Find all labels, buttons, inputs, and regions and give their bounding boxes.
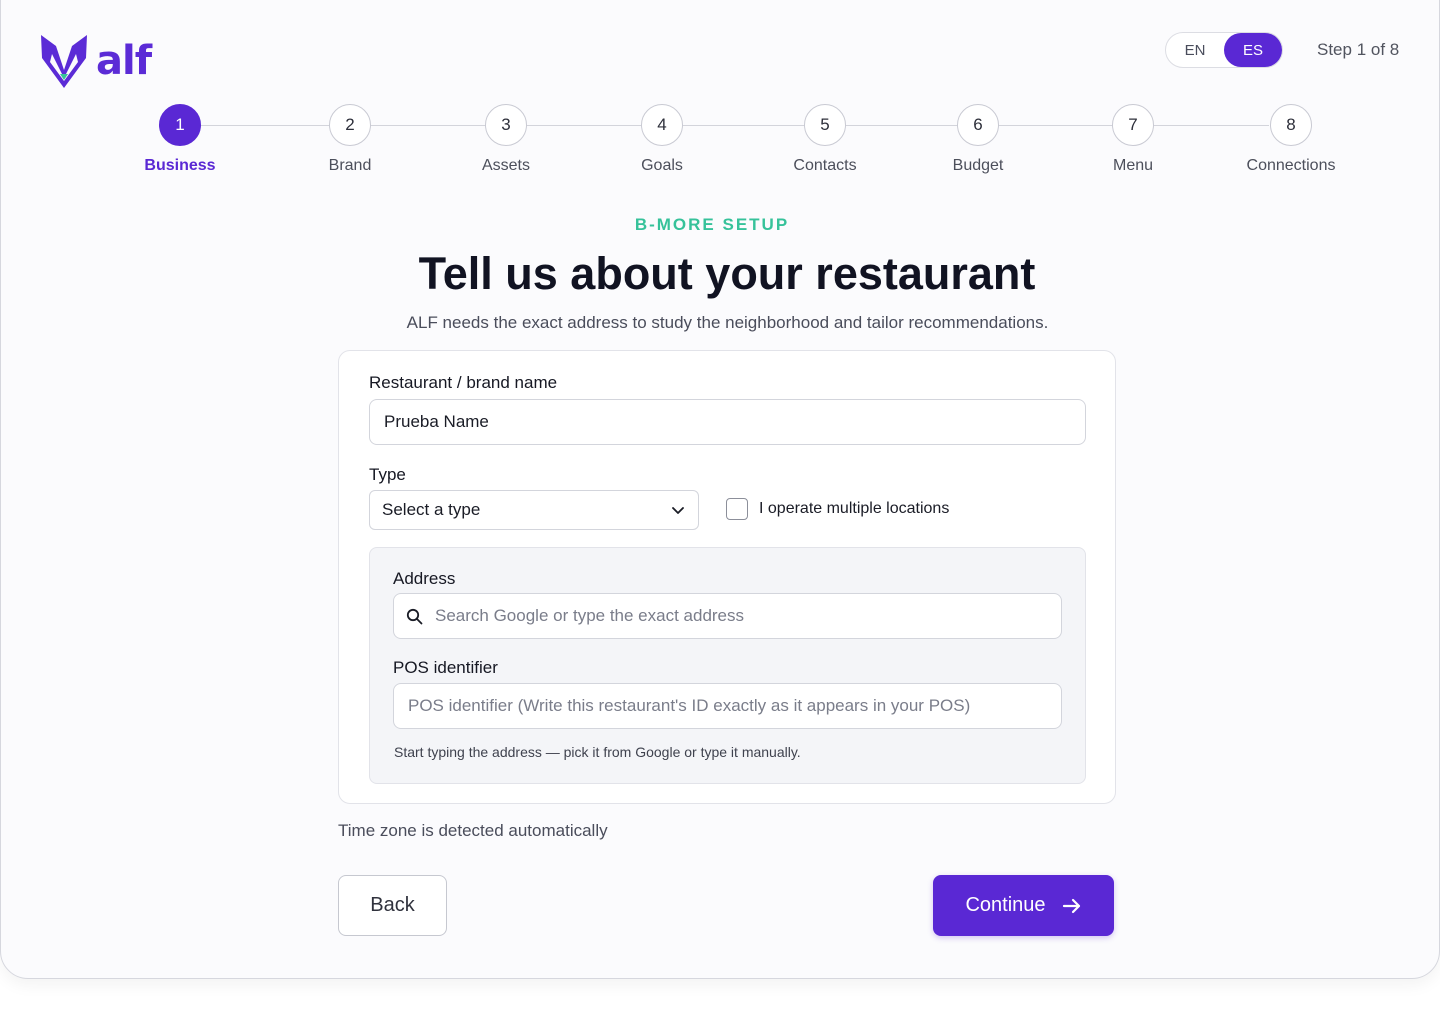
- step-goals[interactable]: 4 Goals: [582, 104, 742, 175]
- language-toggle: EN ES: [1165, 32, 1283, 68]
- progress-stepper: 1 Business 2 Brand 3 Assets 4 Goals 5 Co…: [0, 104, 1440, 184]
- chevron-down-icon: [672, 507, 684, 514]
- step-label: Business: [144, 157, 216, 174]
- step-label: Connections: [1246, 157, 1336, 174]
- step-counter: Step 1 of 8: [1317, 40, 1400, 59]
- lang-es-button[interactable]: ES: [1224, 33, 1282, 67]
- back-button-label: Back: [370, 894, 415, 916]
- step-connections[interactable]: 8 Connections: [1211, 104, 1371, 175]
- pos-identifier-input[interactable]: [393, 683, 1062, 729]
- restaurant-name-input[interactable]: [369, 399, 1086, 445]
- timezone-note: Time zone is detected automatically: [338, 821, 608, 840]
- step-business[interactable]: 1 Business: [100, 104, 260, 175]
- step-assets[interactable]: 3 Assets: [426, 104, 586, 175]
- step-number: 7: [1112, 104, 1154, 146]
- type-select[interactable]: Select a type: [369, 490, 699, 530]
- step-menu[interactable]: 7 Menu: [1053, 104, 1213, 175]
- address-field-label: Address: [393, 569, 456, 588]
- step-number: 2: [329, 104, 371, 146]
- step-label: Assets: [481, 157, 530, 174]
- step-number: 1: [159, 104, 201, 146]
- business-form-card: Restaurant / brand name Type Select a ty…: [338, 350, 1116, 804]
- step-label: Menu: [1112, 157, 1154, 174]
- step-contacts[interactable]: 5 Contacts: [745, 104, 905, 175]
- step-number: 5: [804, 104, 846, 146]
- continue-button[interactable]: Continue: [933, 875, 1114, 936]
- step-label: Contacts: [793, 157, 857, 174]
- address-search-field[interactable]: [393, 593, 1062, 639]
- section-eyebrow: B-MORE SETUP: [634, 215, 790, 234]
- address-hint: Start typing the address — pick it from …: [394, 744, 801, 760]
- multiple-locations-option[interactable]: I operate multiple locations: [726, 498, 949, 520]
- page-title: Tell us about your restaurant: [418, 248, 1036, 299]
- address-panel: Address POS identifier Start typing the …: [369, 547, 1086, 784]
- step-number: 3: [485, 104, 527, 146]
- search-icon: [406, 608, 423, 625]
- step-number: 8: [1270, 104, 1312, 146]
- multiple-locations-checkbox[interactable]: [726, 498, 748, 520]
- page-subtitle: ALF needs the exact address to study the…: [406, 313, 1049, 332]
- type-select-value: Select a type: [382, 500, 481, 519]
- logo-text: alf: [96, 38, 152, 84]
- step-label: Goals: [641, 157, 683, 174]
- step-number: 6: [957, 104, 999, 146]
- step-label: Budget: [952, 157, 1004, 174]
- multiple-locations-label: I operate multiple locations: [759, 500, 950, 517]
- arrow-right-icon: [1062, 896, 1082, 916]
- alf-logo[interactable]: alf: [38, 32, 152, 90]
- step-label: Brand: [328, 157, 372, 174]
- pos-field-label: POS identifier: [393, 658, 498, 677]
- continue-button-label: Continue: [965, 894, 1046, 916]
- step-budget[interactable]: 6 Budget: [898, 104, 1058, 175]
- step-brand[interactable]: 2 Brand: [270, 104, 430, 175]
- name-field-label: Restaurant / brand name: [369, 373, 558, 392]
- fox-logo-icon: [41, 35, 87, 88]
- address-search-input[interactable]: [435, 606, 1061, 626]
- lang-en-button[interactable]: EN: [1166, 33, 1224, 67]
- type-field-label: Type: [369, 465, 406, 484]
- step-number: 4: [641, 104, 683, 146]
- back-button[interactable]: Back: [338, 875, 447, 936]
